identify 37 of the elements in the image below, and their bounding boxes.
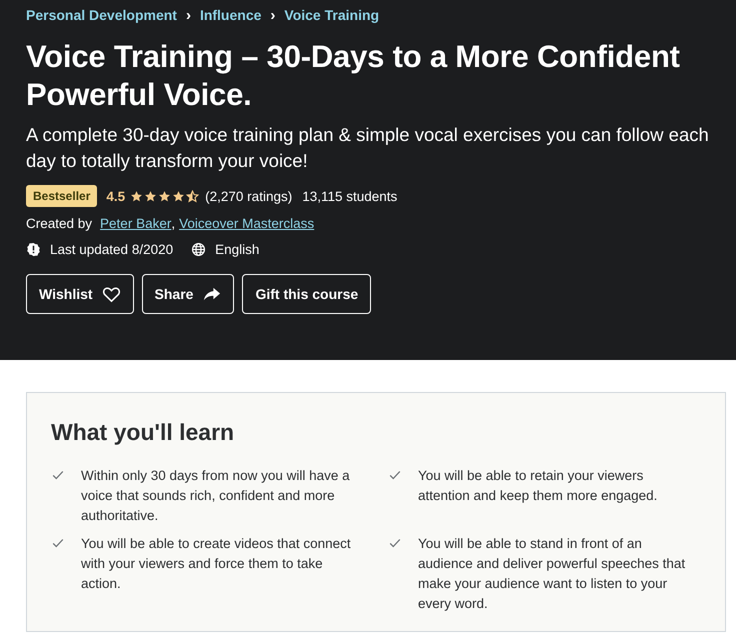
gift-course-button[interactable]: Gift this course	[242, 274, 372, 314]
created-by-label: Created by	[26, 216, 92, 231]
globe-icon	[191, 242, 206, 257]
check-icon	[51, 536, 65, 550]
star-icon	[186, 190, 200, 202]
alert-icon	[26, 242, 41, 257]
wishlist-button[interactable]: Wishlist	[26, 274, 134, 314]
ratings-count-link[interactable]: (2,270 ratings)	[205, 188, 292, 204]
breadcrumb-separator: ›	[270, 6, 276, 24]
breadcrumb-separator: ›	[186, 6, 191, 24]
last-updated: Last updated 8/2020	[50, 242, 174, 257]
share-button[interactable]: Share	[142, 274, 234, 314]
learn-heading: What you'll learn	[51, 419, 236, 446]
learn-item: Within only 30 days from now you will have a voice that sounds rich, confident and more authoritative.	[81, 467, 351, 525]
learn-item: You will be able to create videos that connect with your viewers and force them to take action.	[81, 535, 352, 593]
breadcrumb-link[interactable]: Influence	[200, 7, 262, 23]
bestseller-badge: Bestseller	[26, 185, 98, 207]
course-title: Voice Training – 30-Days to a More Confident Powerful Voice.	[26, 38, 681, 114]
check-icon	[388, 468, 402, 482]
star-icon	[172, 190, 186, 202]
learn-item: You will be able to retain your viewers attention and keep them more engaged.	[418, 467, 658, 505]
check-icon	[388, 536, 402, 550]
author-link[interactable]: Peter Baker	[100, 216, 172, 231]
star-icon	[144, 190, 158, 202]
check-icon	[51, 468, 65, 482]
rating-value: 4.5	[106, 188, 126, 204]
heart-icon	[102, 284, 121, 304]
learn-item: You will be able to stand in front of an audience and deliver powerful speeches that make your audience want to listen to your every word.	[418, 535, 686, 613]
star-icon	[158, 190, 172, 202]
author-link[interactable]: Voiceover Masterclass	[179, 216, 314, 231]
breadcrumb-link[interactable]: Personal Development	[26, 7, 177, 23]
star-icon	[130, 190, 144, 202]
course-language: English	[215, 242, 260, 257]
students-count: 13,115 students	[302, 188, 398, 204]
comma: ,	[171, 216, 176, 231]
breadcrumb-link[interactable]: Voice Training	[284, 7, 380, 23]
course-subtitle: A complete 30-day voice training plan & simple vocal exercises you can follow each day to totally transform your voice!	[26, 123, 710, 173]
